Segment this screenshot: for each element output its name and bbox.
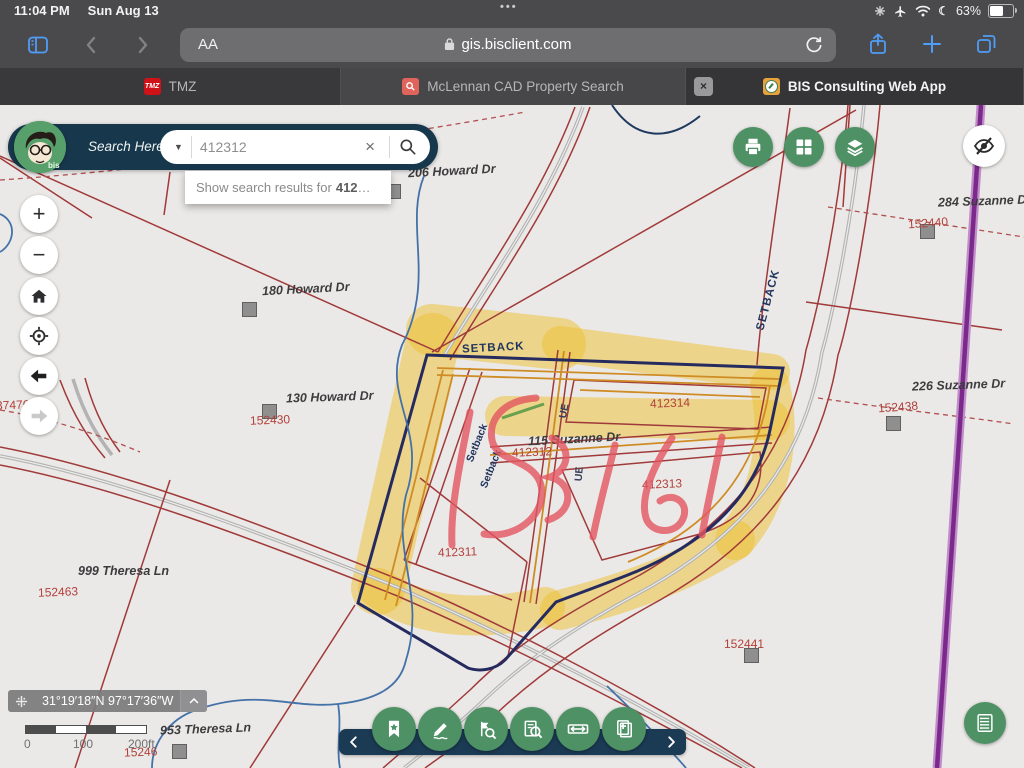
search-input[interactable]: ▼ 412312 ×: [160, 130, 430, 164]
scale-tick: 200ft: [128, 737, 155, 751]
share-icon[interactable]: [866, 32, 890, 56]
battery-icon: [988, 4, 1014, 18]
locate-icon: [28, 325, 50, 347]
tab-label: TMZ: [169, 79, 197, 94]
plus-icon: +: [33, 201, 46, 227]
add-document-icon: [613, 718, 636, 741]
purple-boundary: [937, 105, 981, 768]
map-linework: [0, 105, 1024, 768]
home-button[interactable]: [20, 277, 58, 315]
date: Sun Aug 13: [88, 3, 159, 18]
print-button[interactable]: [733, 127, 773, 167]
layers-button[interactable]: [835, 127, 875, 167]
back-icon[interactable]: [80, 33, 104, 57]
lock-icon: [444, 37, 455, 51]
basemap-button[interactable]: [784, 127, 824, 167]
arrow-left-icon: [28, 365, 50, 387]
moon-icon: ☾: [938, 4, 949, 18]
status-bar: 11:04 PM Sun Aug 13 ••• ☾ 63%: [0, 0, 1024, 22]
search-label: Search Here:: [88, 139, 168, 154]
measure-button[interactable]: [556, 707, 600, 751]
safari-toolbar: AA gis.bisclient.com: [0, 22, 1024, 68]
crosshair-icon[interactable]: [8, 690, 35, 712]
wifi-icon: [915, 5, 931, 17]
tab-bis-consulting[interactable]: × BIS Consulting Web App: [686, 68, 1024, 105]
reload-icon[interactable]: [804, 35, 824, 55]
sidebar-icon[interactable]: [26, 33, 50, 57]
legend-button[interactable]: [964, 702, 1006, 744]
grid-icon: [794, 137, 814, 157]
legend-icon: [974, 712, 996, 734]
activity-icon: [874, 5, 886, 17]
draw-icon: [429, 718, 452, 741]
search-favicon-icon: [402, 78, 419, 95]
search-value[interactable]: 412312: [200, 139, 365, 155]
suggestion-term: 412: [336, 180, 358, 195]
eye-off-icon: [972, 134, 996, 158]
suggestion-text: Show search results for: [196, 180, 332, 195]
search-suggestion[interactable]: Show search results for 412 …: [185, 171, 391, 204]
divider: [389, 136, 390, 158]
stream-dark: [612, 105, 700, 134]
hide-ui-button[interactable]: [963, 125, 1005, 167]
bookmarks-button[interactable]: [372, 707, 416, 751]
close-tab-icon[interactable]: ×: [694, 77, 713, 96]
tabs-icon[interactable]: [974, 32, 998, 56]
add-data-button[interactable]: [602, 707, 646, 751]
map-canvas[interactable]: 206 Howard Dr29180 Howard Dr130 Howard D…: [0, 105, 1024, 768]
clear-search-icon[interactable]: ×: [365, 137, 375, 157]
locate-button[interactable]: [20, 317, 58, 355]
forward-icon[interactable]: [130, 33, 154, 57]
scale-bar: [25, 725, 147, 734]
zoom-out-button[interactable]: −: [20, 236, 58, 274]
tab-label: BIS Consulting Web App: [788, 79, 946, 94]
tab-mclennan-cad[interactable]: McLennan CAD Property Search: [341, 68, 686, 105]
bis-avatar[interactable]: bis: [14, 121, 66, 173]
layers-icon: [844, 136, 866, 158]
scale-tick: 100: [73, 737, 93, 751]
tab-tmz[interactable]: TMZ TMZ: [0, 68, 341, 105]
measure-icon: [566, 717, 590, 741]
search-records-button[interactable]: [510, 707, 554, 751]
identify-icon: [475, 718, 498, 741]
url-text[interactable]: gis.bisclient.com: [180, 36, 836, 53]
coordinates-value: 31°19′18″N 97°17′36″W: [35, 690, 180, 712]
zoom-in-button[interactable]: +: [20, 195, 58, 233]
print-icon: [742, 136, 764, 158]
bis-mascot-icon: bis: [14, 121, 66, 173]
arrow-right-icon: [28, 405, 50, 427]
toolbar-prev-icon[interactable]: [347, 735, 361, 749]
scale-tick: 0: [24, 737, 31, 751]
tmz-favicon-icon: TMZ: [144, 78, 161, 95]
previous-extent-button[interactable]: [20, 357, 58, 395]
app-switcher-dots: •••: [500, 1, 518, 13]
search-document-icon: [521, 718, 544, 741]
draw-button[interactable]: [418, 707, 462, 751]
suggestion-ellipsis: …: [358, 180, 371, 195]
tab-bar: TMZ TMZ McLennan CAD Property Search × B…: [0, 68, 1024, 105]
chevron-down-icon[interactable]: ▼: [174, 142, 183, 152]
home-icon: [29, 286, 49, 306]
bookmark-icon: [383, 718, 405, 740]
chevron-up-icon[interactable]: [180, 690, 207, 712]
clock: 11:04 PM: [14, 3, 70, 18]
divider: [191, 136, 192, 158]
toolbar-next-icon[interactable]: [664, 735, 678, 749]
bis-favicon-icon: [763, 78, 780, 95]
search-icon[interactable]: [398, 137, 418, 157]
identify-button[interactable]: [464, 707, 508, 751]
battery-percent: 63%: [956, 4, 981, 18]
coordinate-readout: 31°19′18″N 97°17′36″W: [8, 690, 207, 712]
new-tab-icon[interactable]: [920, 32, 944, 56]
address-bar[interactable]: AA gis.bisclient.com: [180, 28, 836, 62]
tab-label: McLennan CAD Property Search: [427, 79, 624, 94]
svg-text:bis: bis: [48, 161, 60, 170]
minus-icon: −: [33, 242, 46, 268]
airplane-icon: [893, 5, 908, 18]
next-extent-button[interactable]: [20, 397, 58, 435]
